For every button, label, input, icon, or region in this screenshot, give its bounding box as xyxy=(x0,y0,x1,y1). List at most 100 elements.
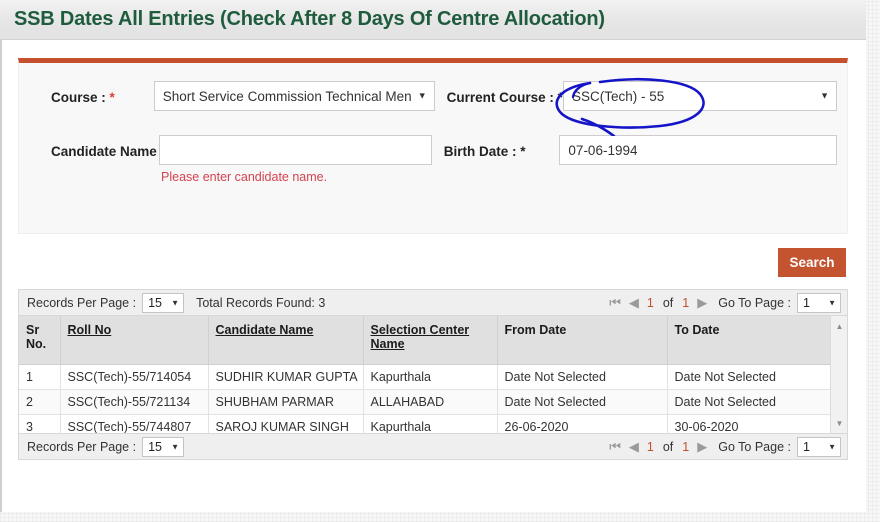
results-table: Sr No. Roll No Candidate Name Selection … xyxy=(19,316,839,433)
grid-toolbar-bottom: Records Per Page : 15 ▼ ⏮ ◀ 1 of 1 ▶ Go … xyxy=(19,433,847,459)
column-label-roll-no[interactable]: Roll No xyxy=(68,323,112,337)
pager-bottom: ⏮ ◀ 1 of 1 ▶ Go To Page : 1 ▼ xyxy=(605,436,841,457)
page-content: Course : * Short Service Commission Tech… xyxy=(0,58,866,512)
course-field-cell: Short Service Commission Technical Men ▼ xyxy=(153,81,435,111)
table-row[interactable]: 2 SSC(Tech)-55/721134 SHUBHAM PARMAR ALL… xyxy=(19,389,839,415)
total-records-found: Total Records Found: 3 xyxy=(196,295,326,310)
cell-to-date: 30-06-2020 xyxy=(667,414,839,433)
current-course-label: Current Course : * xyxy=(435,81,563,105)
pager-of-text-top: of xyxy=(662,295,674,310)
search-button-row: Search xyxy=(18,234,848,277)
pager-top: ⏮ ◀ 1 of 1 ▶ Go To Page : 1 ▼ xyxy=(605,292,841,313)
candidate-name-field-cell: Please enter candidate name. xyxy=(159,135,432,184)
candidate-name-label: Candidate Name : * xyxy=(29,135,174,159)
previous-page-icon[interactable]: ◀ xyxy=(625,296,643,309)
first-page-icon[interactable]: ⏮ xyxy=(605,440,625,453)
scroll-down-icon[interactable]: ▼ xyxy=(831,415,847,431)
candidate-name-input[interactable] xyxy=(159,135,432,165)
cell-from-date: 26-06-2020 xyxy=(497,414,668,433)
cell-to-date: Date Not Selected xyxy=(667,389,839,415)
left-gutter-divider xyxy=(0,40,2,512)
current-course-field-cell: SSC(Tech) - 55 ▼ xyxy=(562,81,837,111)
birth-date-field-cell: 07-06-1994 xyxy=(559,135,837,165)
column-header-from-date: From Date xyxy=(497,316,668,365)
page-header: SSB Dates All Entries (Check After 8 Day… xyxy=(0,0,866,40)
course-label-text: Course : xyxy=(51,90,106,105)
cell-roll-no: SSC(Tech)-55/744807 xyxy=(60,414,209,433)
scroll-up-icon[interactable]: ▲ xyxy=(831,318,847,334)
column-label-from-date: From Date xyxy=(504,323,567,337)
column-header-candidate-name[interactable]: Candidate Name xyxy=(208,316,364,365)
records-per-page-select-top[interactable]: 15 ▼ xyxy=(142,292,185,313)
candidate-name-error: Please enter candidate name. xyxy=(161,170,328,184)
grid-toolbar-top: Records Per Page : 15 ▼ Total Records Fo… xyxy=(19,290,847,316)
cell-from-date: Date Not Selected xyxy=(497,364,668,390)
cell-roll-no: SSC(Tech)-55/714054 xyxy=(60,364,209,390)
total-pages-bottom: 1 xyxy=(682,439,690,454)
cell-candidate-name: SUDHIR KUMAR GUPTA xyxy=(208,364,364,390)
current-course-select-value: SSC(Tech) - 55 xyxy=(571,88,665,104)
table-row[interactable]: 1 SSC(Tech)-55/714054 SUDHIR KUMAR GUPTA… xyxy=(19,364,839,390)
cell-sr-no: 1 xyxy=(19,364,61,390)
column-header-roll-no[interactable]: Roll No xyxy=(60,316,209,365)
cell-sr-no: 3 xyxy=(19,414,61,433)
grid-scroll-area: Sr No. Roll No Candidate Name Selection … xyxy=(19,316,847,433)
page-title: SSB Dates All Entries (Check After 8 Day… xyxy=(14,8,605,30)
cell-from-date: Date Not Selected xyxy=(497,389,668,415)
records-per-page-label-bottom: Records Per Page : xyxy=(27,439,137,454)
course-select[interactable]: Short Service Commission Technical Men ▼ xyxy=(153,81,435,111)
cell-selection-center: Kapurthala xyxy=(363,414,498,433)
cell-candidate-name: SHUBHAM PARMAR xyxy=(208,389,364,415)
cell-selection-center: Kapurthala xyxy=(363,364,498,390)
goto-page-label-top: Go To Page : xyxy=(718,295,791,310)
search-button[interactable]: Search xyxy=(778,248,846,277)
goto-page-label-bottom: Go To Page : xyxy=(718,439,791,454)
chevron-down-icon: ▼ xyxy=(171,298,180,307)
form-row-course: Course : * Short Service Commission Tech… xyxy=(29,81,837,111)
column-label-sr-no: Sr No. xyxy=(26,323,47,351)
table-header-row: Sr No. Roll No Candidate Name Selection … xyxy=(19,316,839,365)
records-per-page-label-top: Records Per Page : xyxy=(27,295,137,310)
candidate-name-label-text: Candidate Name : xyxy=(51,144,166,159)
search-form-panel: Course : * Short Service Commission Tech… xyxy=(18,58,848,234)
first-page-icon[interactable]: ⏮ xyxy=(605,296,625,309)
chevron-down-icon: ▼ xyxy=(820,90,829,101)
records-per-page-value-bottom: 15 xyxy=(148,439,162,454)
current-course-label-text: Current Course : xyxy=(446,90,554,105)
grid-vertical-scrollbar[interactable]: ▲ ▼ xyxy=(830,316,847,433)
goto-page-select-top[interactable]: 1 ▼ xyxy=(797,292,841,313)
birth-date-required-marker: * xyxy=(520,144,526,159)
chevron-down-icon: ▼ xyxy=(828,442,836,451)
current-page-bottom: 1 xyxy=(646,439,654,454)
course-required-marker: * xyxy=(109,90,115,105)
course-select-value: Short Service Commission Technical Men xyxy=(162,88,412,104)
next-page-icon[interactable]: ▶ xyxy=(693,296,711,309)
chevron-down-icon: ▼ xyxy=(828,298,836,307)
total-pages-top: 1 xyxy=(682,295,690,310)
pager-of-text-bottom: of xyxy=(662,439,674,454)
current-course-select[interactable]: SSC(Tech) - 55 ▼ xyxy=(562,81,837,111)
birth-date-value: 07-06-1994 xyxy=(568,142,638,158)
chevron-down-icon: ▼ xyxy=(417,90,427,101)
goto-page-select-bottom[interactable]: 1 ▼ xyxy=(797,436,841,457)
cell-to-date: Date Not Selected xyxy=(667,364,839,390)
next-page-icon[interactable]: ▶ xyxy=(693,440,711,453)
current-page-top: 1 xyxy=(646,295,654,310)
table-row[interactable]: 3 SSC(Tech)-55/744807 SAROJ KUMAR SINGH … xyxy=(19,414,839,433)
column-header-to-date: To Date xyxy=(667,316,839,365)
application-frame: SSB Dates All Entries (Check After 8 Day… xyxy=(0,0,866,512)
column-header-selection-center[interactable]: Selection Center Name xyxy=(363,316,498,365)
column-label-to-date: To Date xyxy=(674,323,720,337)
results-grid: Records Per Page : 15 ▼ Total Records Fo… xyxy=(18,289,848,460)
birth-date-label-text: Birth Date : xyxy=(443,144,517,159)
column-label-selection-center[interactable]: Selection Center Name xyxy=(371,323,470,351)
previous-page-icon[interactable]: ◀ xyxy=(625,440,643,453)
cell-sr-no: 2 xyxy=(19,389,61,415)
form-row-candidate: Candidate Name : * Please enter candidat… xyxy=(29,135,837,184)
records-per-page-select-bottom[interactable]: 15 ▼ xyxy=(142,436,185,457)
birth-date-input[interactable]: 07-06-1994 xyxy=(559,135,837,165)
cell-candidate-name: SAROJ KUMAR SINGH xyxy=(208,414,364,433)
cell-roll-no: SSC(Tech)-55/721134 xyxy=(60,389,209,415)
birth-date-label: Birth Date : * xyxy=(432,135,560,159)
column-label-candidate-name[interactable]: Candidate Name xyxy=(216,323,314,337)
